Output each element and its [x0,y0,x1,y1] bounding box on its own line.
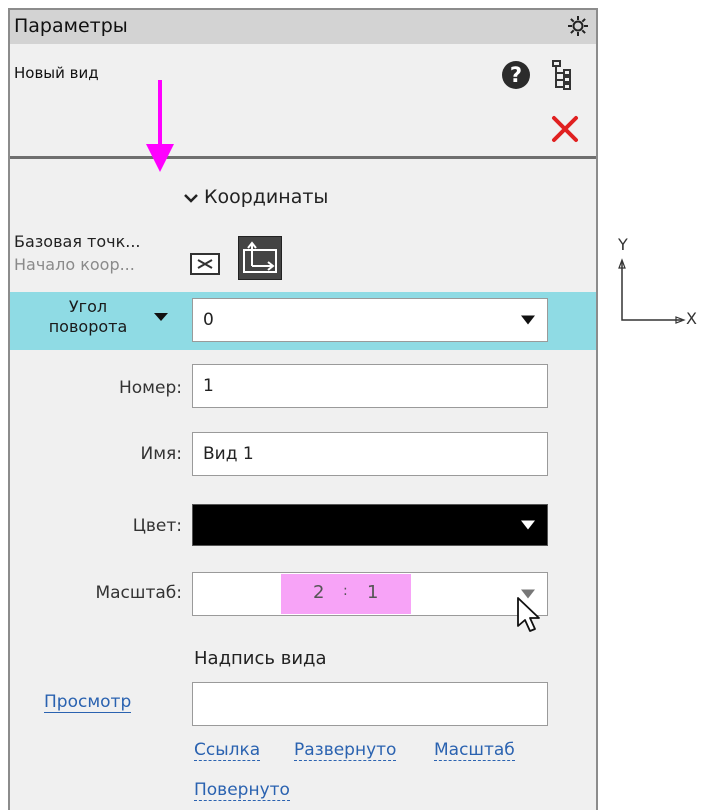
header-divider [10,156,596,159]
scale-separator: : [343,583,348,599]
color-select[interactable] [192,504,548,546]
section-title: Координаты [204,186,329,208]
axis-x-label: X [686,309,697,328]
local-coordinates-icon[interactable] [238,236,282,280]
panel-title: Параметры [14,15,128,37]
axis-y-label: Y [617,235,628,254]
chevron-down-icon [521,520,535,530]
base-point-label: Базовая точк... [14,232,141,251]
color-label: Цвет: [132,516,182,536]
help-icon[interactable]: ? [502,61,530,89]
token-scale[interactable]: Масштаб [434,740,515,761]
chevron-down-icon [521,315,535,325]
token-expanded[interactable]: Развернуто [294,740,397,761]
scale-label: Масштаб: [95,583,182,603]
name-value: Вид 1 [203,444,254,464]
name-input[interactable]: Вид 1 [192,432,548,476]
scale-value: 2 : 1 [281,574,411,614]
number-label: Номер: [119,378,182,398]
name-label: Имя: [140,444,183,464]
rotation-label[interactable]: Угол поворота [28,297,148,337]
caption-title: Надпись вида [194,648,327,669]
view-name: Новый вид [14,64,99,82]
panel-titlebar: Параметры [10,8,596,44]
gear-icon[interactable] [566,14,590,38]
scale-denominator: 1 [367,582,379,603]
tree-icon[interactable] [550,58,576,92]
parameters-panel: Параметры Новый вид ? Координаты Базовая… [8,8,598,810]
number-value: 1 [203,376,214,396]
coordinate-axes: Y X [617,235,697,328]
mouse-cursor-icon [517,597,540,632]
scale-select[interactable]: 2 : 1 [192,572,548,616]
rotation-select[interactable]: 0 [192,298,548,342]
section-header-coordinates[interactable]: Координаты [184,186,328,208]
chevron-down-icon [184,194,198,203]
rotation-mode-caret-icon[interactable] [154,312,168,322]
preview-link[interactable]: Просмотр [44,692,132,713]
number-input[interactable]: 1 [192,364,548,408]
caption-preview-field[interactable] [192,682,548,726]
origin-icon[interactable] [190,253,220,275]
base-point-value: Начало коор... [14,255,135,274]
annotation-arrow-icon [146,80,174,172]
token-reference[interactable]: Ссылка [194,740,261,761]
scale-numerator: 2 [313,582,325,603]
token-rotated[interactable]: Повернуто [194,780,290,801]
close-icon[interactable] [550,114,580,144]
rotation-value: 0 [203,310,214,330]
